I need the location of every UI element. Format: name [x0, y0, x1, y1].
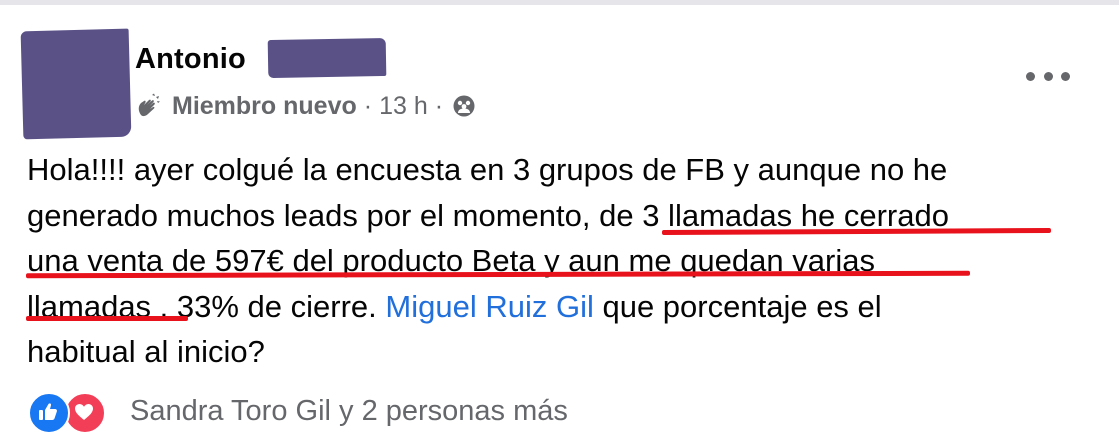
reactions-bar[interactable]: Sandra Toro Gil y 2 personas más	[28, 390, 568, 434]
post-body-text: que porcentaje es el	[593, 288, 882, 324]
mention-link[interactable]: Miguel Ruiz Gil	[385, 289, 593, 324]
post-timestamp[interactable]: 13 h	[379, 92, 428, 121]
love-icon	[64, 392, 106, 434]
author-surname-redacted	[267, 37, 387, 79]
avatar-redacted[interactable]	[20, 28, 132, 140]
reaction-icons	[28, 390, 110, 434]
meta-separator: ·	[434, 91, 444, 120]
meta-separator: ·	[363, 91, 373, 120]
new-member-badge-icon	[138, 93, 160, 117]
post-card: Antonio Miembro nuevo · 13 h · Hola!!!! …	[0, 0, 1119, 443]
member-badge-label: Miembro nuevo	[172, 91, 357, 120]
post-body: Hola!!!! ayer colgué la encuesta en 3 gr…	[27, 147, 1097, 375]
post-meta: Miembro nuevo · 13 h ·	[135, 91, 476, 121]
group-icon	[453, 95, 475, 117]
post-body-line: habitual al inicio?	[27, 334, 265, 369]
highlight-underline	[26, 316, 188, 321]
reactions-summary[interactable]: Sandra Toro Gil y 2 personas más	[130, 395, 568, 428]
like-icon	[28, 392, 70, 434]
author-name[interactable]: Antonio	[135, 43, 246, 76]
post-body-line: Hola!!!! ayer colgué la encuesta en 3 gr…	[27, 152, 948, 187]
post-body-line: llamadas . 33% de cierre. Miguel Ruiz Gi…	[27, 284, 1097, 330]
more-options-icon[interactable]	[1026, 63, 1070, 89]
